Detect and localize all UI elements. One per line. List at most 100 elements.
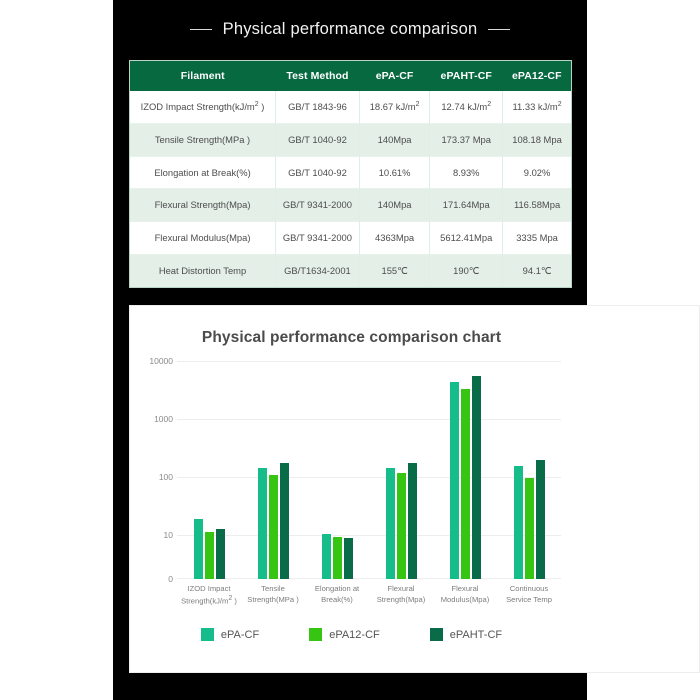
legend-swatch-icon xyxy=(200,628,214,641)
cell-test-method: GB/T 1040-92 xyxy=(275,123,360,157)
cell-epa-cf: 18.67 kJ/m2 xyxy=(359,91,431,124)
x-axis-tick-label: Flexural Strength(Mpa) xyxy=(376,584,426,604)
table-row: Heat Distortion Temp GB/T1634-2001 155℃ 190… xyxy=(130,254,571,287)
cell-epa12-cf: 9.02% xyxy=(523,166,551,178)
cell-epa12-cf: 3335 Mpa xyxy=(516,232,558,244)
bar-group xyxy=(449,361,481,579)
bar-epa-cf[interactable] xyxy=(513,465,523,579)
cell-test-method: GB/T 1843-96 xyxy=(275,91,360,124)
legend-label: ePAHT-CF xyxy=(449,628,503,641)
cell-epa-cf: 140Mpa xyxy=(359,188,431,222)
bar-epa-cf[interactable] xyxy=(193,519,203,579)
table-row: Flexural Modulus(Mpa) GB/T 9341-2000 4363M… xyxy=(130,221,571,255)
bar-epa12-cf[interactable] xyxy=(460,388,470,579)
y-axis-tick-label: 1000 xyxy=(154,413,173,424)
x-axis-tick-label: Flexural Modulus(Mpa) xyxy=(440,584,490,604)
cell-epaht-cf: 8.93% xyxy=(429,156,504,189)
x-axis-labels: IZOD Impact Strength(kJ/m2 ) Tensile Streng… xyxy=(177,583,561,607)
legend-swatch-icon xyxy=(429,628,443,641)
col-header-epaht-cf: ePAHT-CF xyxy=(429,61,503,91)
cell-epa12-cf: 116.58Mpa xyxy=(513,199,561,211)
col-header-epa-cf: ePA-CF xyxy=(359,61,430,91)
cell-property: IZOD Impact Strength(kJ/m2 ) xyxy=(130,91,277,124)
table-row: IZOD Impact Strength(kJ/m2 ) GB/T 1843-96… xyxy=(130,91,571,124)
table-body: IZOD Impact Strength(kJ/m2 ) GB/T 1843-96… xyxy=(130,91,571,287)
legend-label: ePA12-CF xyxy=(329,628,380,641)
chart-legend: ePA-CF ePA12-CF ePAHT-CF xyxy=(130,628,573,641)
cell-epa-cf: 155℃ xyxy=(359,254,431,287)
bar-epaht-cf[interactable] xyxy=(535,460,545,579)
page-title: Physical performance comparison xyxy=(222,19,478,38)
bar-group xyxy=(257,361,289,579)
legend-item[interactable]: ePA12-CF xyxy=(309,628,380,641)
bar-epaht-cf[interactable] xyxy=(343,537,353,579)
cell-epa12-cf: 11.33 kJ/m2 xyxy=(512,101,562,113)
page-heading: Physical performance comparison xyxy=(113,0,587,58)
cell-epa-cf: 140Mpa xyxy=(359,123,431,157)
cell-epaht-cf: 5612.41Mpa xyxy=(429,221,504,255)
bar-group xyxy=(513,361,545,579)
y-axis-tick-label: 10000 xyxy=(149,356,173,366)
bar-epa12-cf[interactable] xyxy=(332,537,342,579)
cell-epaht-cf: 12.74 kJ/m2 xyxy=(429,91,504,124)
col-header-epa12-cf: ePA12-CF xyxy=(502,61,571,91)
screenshot-root: Physical performance comparison Filament… xyxy=(0,0,700,700)
legend-item[interactable]: ePAHT-CF xyxy=(429,628,503,641)
heading-dash-right-icon xyxy=(488,28,511,30)
bar-epa-cf[interactable] xyxy=(449,381,459,579)
table-head: Filament Test Method ePA-CF ePAHT-CF ePA… xyxy=(130,61,571,91)
cell-property: Tensile Strength(MPa ) xyxy=(130,123,277,157)
bar-epa-cf[interactable] xyxy=(257,468,267,579)
bar-group xyxy=(321,361,353,579)
col-header-test-method: Test Method xyxy=(275,61,360,91)
y-axis-tick-label: 0 xyxy=(168,574,173,584)
bar-group xyxy=(385,361,417,579)
cell-property: Heat Distortion Temp xyxy=(130,254,277,287)
chart-card: Physical performance comparison chart 0 1… xyxy=(129,305,700,673)
legend-item[interactable]: ePA-CF xyxy=(200,628,260,641)
bar-group xyxy=(193,361,225,579)
comparison-table: Filament Test Method ePA-CF ePAHT-CF ePA… xyxy=(130,61,571,287)
legend-swatch-icon xyxy=(309,628,323,641)
chart-title: Physical performance comparison chart xyxy=(201,329,502,346)
bar-epa12-cf[interactable] xyxy=(204,532,214,579)
bar-epaht-cf[interactable] xyxy=(215,529,225,579)
x-axis-tick-label: Continuous Service Temp xyxy=(506,584,552,604)
cell-epa-cf: 10.61% xyxy=(359,156,431,189)
cell-epa12-cf: 94.1℃ xyxy=(522,264,552,276)
cell-property: Elongation at Break(%) xyxy=(130,156,277,189)
cell-epaht-cf: 171.64Mpa xyxy=(429,188,504,222)
x-axis-tick-label: Tensile Strength(MPa ) xyxy=(247,584,299,604)
cell-test-method: GB/T 9341-2000 xyxy=(275,221,360,255)
chart-bar-groups xyxy=(177,361,561,579)
table-header-row: Filament Test Method ePA-CF ePAHT-CF ePA… xyxy=(130,61,571,91)
y-axis-tick-label: 10 xyxy=(163,530,173,541)
bar-epaht-cf[interactable] xyxy=(471,375,481,579)
cell-property: Flexural Strength(Mpa) xyxy=(130,188,277,222)
cell-test-method: GB/T 9341-2000 xyxy=(275,188,360,222)
y-axis-tick-label: 100 xyxy=(158,471,173,482)
bar-epaht-cf[interactable] xyxy=(407,463,417,579)
bar-epa-cf[interactable] xyxy=(321,533,331,579)
col-header-filament: Filament xyxy=(130,61,276,91)
bar-epa12-cf[interactable] xyxy=(396,472,406,579)
cell-test-method: GB/T 1040-92 xyxy=(275,156,360,189)
bar-epaht-cf[interactable] xyxy=(279,462,289,579)
table-row: Tensile Strength(MPa ) GB/T 1040-92 140Mpa… xyxy=(130,123,571,157)
x-axis-tick-label: IZOD Impact Strength(kJ/m2 ) xyxy=(181,584,237,606)
cell-epa-cf: 4363Mpa xyxy=(359,221,431,255)
bar-epa-cf[interactable] xyxy=(385,468,395,579)
chart-plot-area: 0 10 100 1000 10000 IZOD Impact Strength(kJ/m… xyxy=(130,356,573,607)
heading-dash-left-icon xyxy=(189,28,212,30)
cell-property: Flexural Modulus(Mpa) xyxy=(130,221,277,255)
cell-epaht-cf: 190℃ xyxy=(429,254,504,287)
bar-epa12-cf[interactable] xyxy=(524,478,534,579)
comparison-table-card: Filament Test Method ePA-CF ePAHT-CF ePA… xyxy=(129,60,572,288)
y-axis-labels: 0 10 100 1000 10000 xyxy=(130,356,176,584)
cell-epa12-cf: 108.18 Mpa xyxy=(512,133,562,145)
bar-epa12-cf[interactable] xyxy=(268,474,278,579)
cell-epaht-cf: 173.37 Mpa xyxy=(429,123,504,157)
legend-label: ePA-CF xyxy=(220,628,260,641)
x-axis-tick-label: Elongation at Break(%) xyxy=(314,584,360,604)
table-row: Flexural Strength(Mpa) GB/T 9341-2000 140M… xyxy=(130,188,571,222)
